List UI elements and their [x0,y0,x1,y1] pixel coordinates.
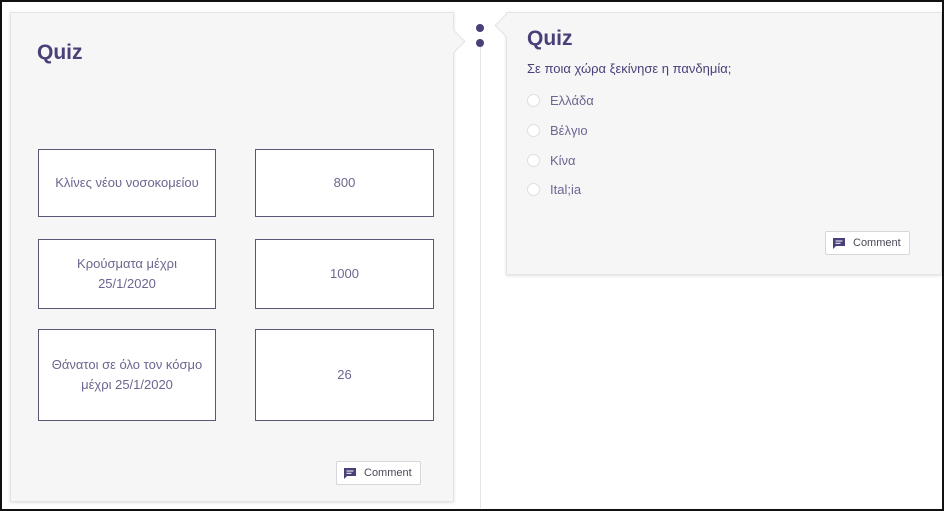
comment-label: Comment [853,237,901,249]
connector-dot[interactable] [476,24,484,32]
connector-line [480,46,481,508]
match-label: Κρούσματα μέχρι 25/1/2020 [77,256,177,291]
answer-option[interactable]: Βέλγιο [527,121,588,139]
comment-button[interactable]: Comment [825,231,910,255]
answer-option-label: Βέλγιο [550,122,588,138]
radio-button[interactable] [527,182,540,196]
answer-option[interactable]: Ελλάδα [527,91,594,109]
radio-button[interactable] [527,153,540,167]
answer-option[interactable]: Κίνα [527,151,576,169]
match-label-box[interactable]: Κρούσματα μέχρι 25/1/2020 [38,239,216,309]
match-value: 26 [337,367,352,382]
comment-label: Comment [364,467,412,479]
match-value: 1000 [330,266,359,281]
matching-quiz-card: Quiz Κλίνες νέου νοσοκομείου 800 Κρούσμα… [10,12,454,502]
quiz-title: Quiz [527,27,573,50]
answer-option-label: Ital;ia [550,181,582,197]
match-value-box[interactable]: 1000 [255,239,434,309]
comment-button[interactable]: Comment [336,461,421,485]
radio-button[interactable] [527,93,540,107]
match-value-box[interactable]: 26 [255,329,434,421]
comment-icon [343,467,357,479]
match-label-box[interactable]: Κλίνες νέου νοσοκομείου [38,149,216,217]
answer-option-label: Ελλάδα [550,92,594,108]
comment-icon [832,237,846,249]
answer-option[interactable]: Ital;ia [527,180,581,198]
match-value-box[interactable]: 800 [255,149,434,217]
quiz-question: Σε ποια χώρα ξεκίνησε η πανδημία; [527,61,732,76]
answer-option-label: Κίνα [550,152,576,168]
match-value: 800 [333,175,356,190]
match-label: Κλίνες νέου νοσοκομείου [55,175,199,190]
radio-button[interactable] [527,123,540,137]
quiz-title: Quiz [37,41,83,64]
match-label-box[interactable]: Θάνατοι σε όλο τον κόσμο μέχρι 25/1/2020 [38,329,216,421]
match-label: Θάνατοι σε όλο τον κόσμο μέχρι 25/1/2020 [51,357,203,392]
multiple-choice-quiz-card: Quiz Σε ποια χώρα ξεκίνησε η πανδημία; Ε… [506,12,942,275]
connector-dot[interactable] [476,39,484,47]
